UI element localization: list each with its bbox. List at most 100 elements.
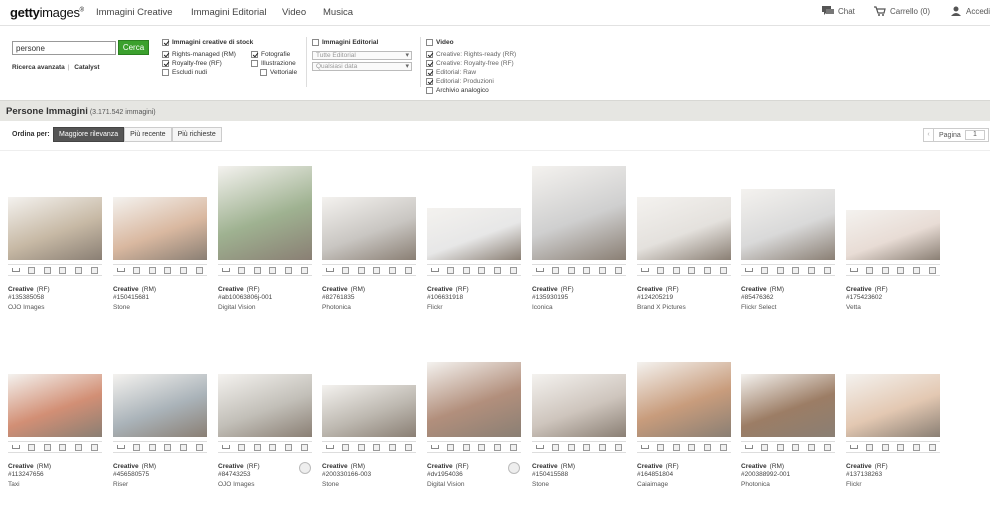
- editorial-images-checkbox[interactable]: Immagini Editorial: [312, 39, 378, 46]
- image-collection[interactable]: OJO Images: [8, 304, 104, 312]
- checkbox[interactable]: [426, 51, 433, 58]
- image-thumbnail[interactable]: [427, 362, 521, 437]
- lightbox-icon[interactable]: [760, 266, 768, 274]
- lightbox-icon[interactable]: [341, 443, 349, 451]
- editorial-type-select[interactable]: Tutte Editorial: [312, 51, 412, 60]
- comp-icon[interactable]: [357, 266, 365, 274]
- video-editorial-productions-checkbox[interactable]: Editorial: Produzioni: [426, 78, 494, 85]
- similar-badge-icon[interactable]: [299, 462, 311, 474]
- cart-icon[interactable]: [641, 267, 650, 274]
- image-collection[interactable]: Vetta: [846, 304, 942, 312]
- comp-icon[interactable]: [672, 266, 680, 274]
- checkbox[interactable]: [426, 78, 433, 85]
- details-icon[interactable]: [897, 443, 905, 451]
- cart-icon[interactable]: [536, 444, 545, 451]
- details-icon[interactable]: [269, 443, 277, 451]
- sort-popular-button[interactable]: Più richieste: [171, 127, 222, 142]
- download-icon[interactable]: [195, 266, 203, 274]
- stock-images-checkbox[interactable]: Immagini creative di stock: [162, 39, 253, 46]
- lightbox-icon[interactable]: [656, 443, 664, 451]
- similar-badge-icon[interactable]: [508, 462, 520, 474]
- similar-icon[interactable]: [284, 266, 292, 274]
- similar-icon[interactable]: [493, 266, 501, 274]
- gettyimages-logo[interactable]: gettyimages®: [10, 5, 84, 20]
- nav-music[interactable]: Musica: [323, 7, 353, 18]
- image-thumbnail[interactable]: [113, 374, 207, 437]
- nav-editorial-images[interactable]: Immagini Editorial: [191, 7, 267, 18]
- image-thumbnail[interactable]: [637, 197, 731, 260]
- checkbox[interactable]: [162, 60, 169, 67]
- checkbox[interactable]: [426, 87, 433, 94]
- cart-icon[interactable]: [326, 444, 335, 451]
- checkbox[interactable]: [251, 60, 258, 67]
- cart-icon[interactable]: [431, 444, 440, 451]
- image-collection[interactable]: Stone: [532, 481, 628, 489]
- lightbox-icon[interactable]: [760, 443, 768, 451]
- image-thumbnail[interactable]: [8, 374, 102, 437]
- download-icon[interactable]: [509, 266, 517, 274]
- lightbox-icon[interactable]: [446, 443, 454, 451]
- details-icon[interactable]: [164, 266, 172, 274]
- lightbox-icon[interactable]: [237, 266, 245, 274]
- image-collection[interactable]: Stone: [322, 481, 418, 489]
- download-icon[interactable]: [404, 266, 412, 274]
- image-collection[interactable]: Taxi: [8, 481, 104, 489]
- image-collection[interactable]: Digital Vision: [427, 481, 523, 489]
- similar-icon[interactable]: [493, 443, 501, 451]
- vector-checkbox[interactable]: Vettoriale: [260, 69, 297, 76]
- similar-icon[interactable]: [74, 443, 82, 451]
- comp-icon[interactable]: [357, 443, 365, 451]
- image-thumbnail[interactable]: [741, 189, 835, 260]
- catalyst-link[interactable]: Catalyst: [74, 64, 99, 71]
- image-thumbnail[interactable]: [218, 166, 312, 260]
- similar-icon[interactable]: [179, 266, 187, 274]
- checkbox[interactable]: [426, 60, 433, 67]
- comp-icon[interactable]: [881, 443, 889, 451]
- similar-icon[interactable]: [912, 443, 920, 451]
- cart-icon[interactable]: [641, 444, 650, 451]
- details-icon[interactable]: [269, 266, 277, 274]
- video-checkbox[interactable]: Video: [426, 39, 454, 46]
- similar-icon[interactable]: [598, 266, 606, 274]
- search-input[interactable]: [12, 41, 116, 55]
- image-thumbnail[interactable]: [637, 362, 731, 437]
- details-icon[interactable]: [897, 266, 905, 274]
- nav-video[interactable]: Video: [282, 7, 306, 18]
- image-collection[interactable]: Flickr: [427, 304, 523, 312]
- comp-icon[interactable]: [567, 443, 575, 451]
- similar-icon[interactable]: [284, 443, 292, 451]
- sort-recent-button[interactable]: Più recente: [124, 127, 172, 142]
- nav-creative-images[interactable]: Immagini Creative: [96, 7, 173, 18]
- image-thumbnail[interactable]: [427, 208, 521, 260]
- details-icon[interactable]: [583, 443, 591, 451]
- download-icon[interactable]: [719, 266, 727, 274]
- page-number-input[interactable]: 1: [965, 130, 985, 140]
- illustration-checkbox[interactable]: Illustrazione: [251, 60, 296, 67]
- download-icon[interactable]: [719, 443, 727, 451]
- image-collection[interactable]: Caiaimage: [637, 481, 733, 489]
- cart-icon[interactable]: [745, 444, 754, 451]
- checkbox[interactable]: [162, 39, 169, 46]
- image-thumbnail[interactable]: [322, 197, 416, 260]
- photos-checkbox[interactable]: Fotografie: [251, 51, 290, 58]
- comp-icon[interactable]: [253, 443, 261, 451]
- similar-icon[interactable]: [703, 266, 711, 274]
- details-icon[interactable]: [59, 266, 67, 274]
- checkbox[interactable]: [251, 51, 258, 58]
- cart-link[interactable]: Carrello (0): [874, 6, 930, 16]
- cart-icon[interactable]: [117, 267, 126, 274]
- search-button[interactable]: Cerca: [118, 40, 149, 55]
- image-thumbnail[interactable]: [846, 210, 940, 260]
- image-collection[interactable]: Iconica: [532, 304, 628, 312]
- details-icon[interactable]: [792, 443, 800, 451]
- login-link[interactable]: Accedi: [950, 6, 990, 16]
- video-creative-rr-checkbox[interactable]: Creative: Rights-ready (RR): [426, 51, 516, 58]
- comp-icon[interactable]: [253, 266, 261, 274]
- comp-icon[interactable]: [776, 443, 784, 451]
- details-icon[interactable]: [688, 443, 696, 451]
- image-collection[interactable]: Brand X Pictures: [637, 304, 733, 312]
- details-icon[interactable]: [478, 266, 486, 274]
- download-icon[interactable]: [614, 266, 622, 274]
- details-icon[interactable]: [59, 443, 67, 451]
- checkbox[interactable]: [426, 69, 433, 76]
